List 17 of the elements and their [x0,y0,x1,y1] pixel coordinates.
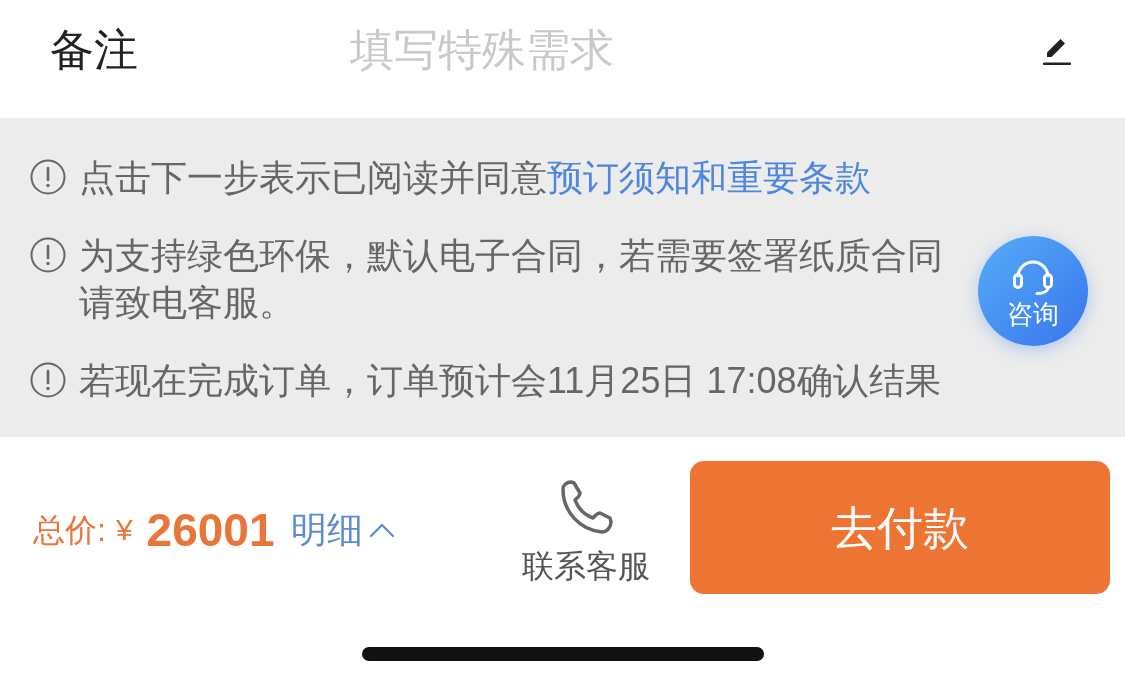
phone-icon [558,479,614,534]
alert-icon [30,362,66,398]
terms-link[interactable]: 预订须知和重要条款 [547,157,871,198]
notice-text: 为支持绿色环保，默认电子合同，若需要签署纸质合同请致电客服。 [79,234,944,325]
alert-icon [30,237,66,273]
currency-symbol: ¥ [115,511,133,548]
contact-button[interactable]: 联系客服 [522,479,650,586]
notice-text: 点击下一步表示已阅读并同意预订须知和重要条款 [79,156,871,200]
details-link[interactable]: 明细 [290,509,395,550]
price-amount: 26001 [146,504,275,555]
caret-up-icon [368,521,395,538]
edit-icon[interactable] [1042,36,1072,66]
pay-button[interactable]: 去付款 [690,461,1110,594]
alert-icon [30,159,66,195]
notice-text: 若现在完成订单，订单预计会11月25日 17:08确认结果 [79,359,941,403]
remark-label: 备注 [50,28,138,72]
total-label: 总价: [33,510,106,550]
